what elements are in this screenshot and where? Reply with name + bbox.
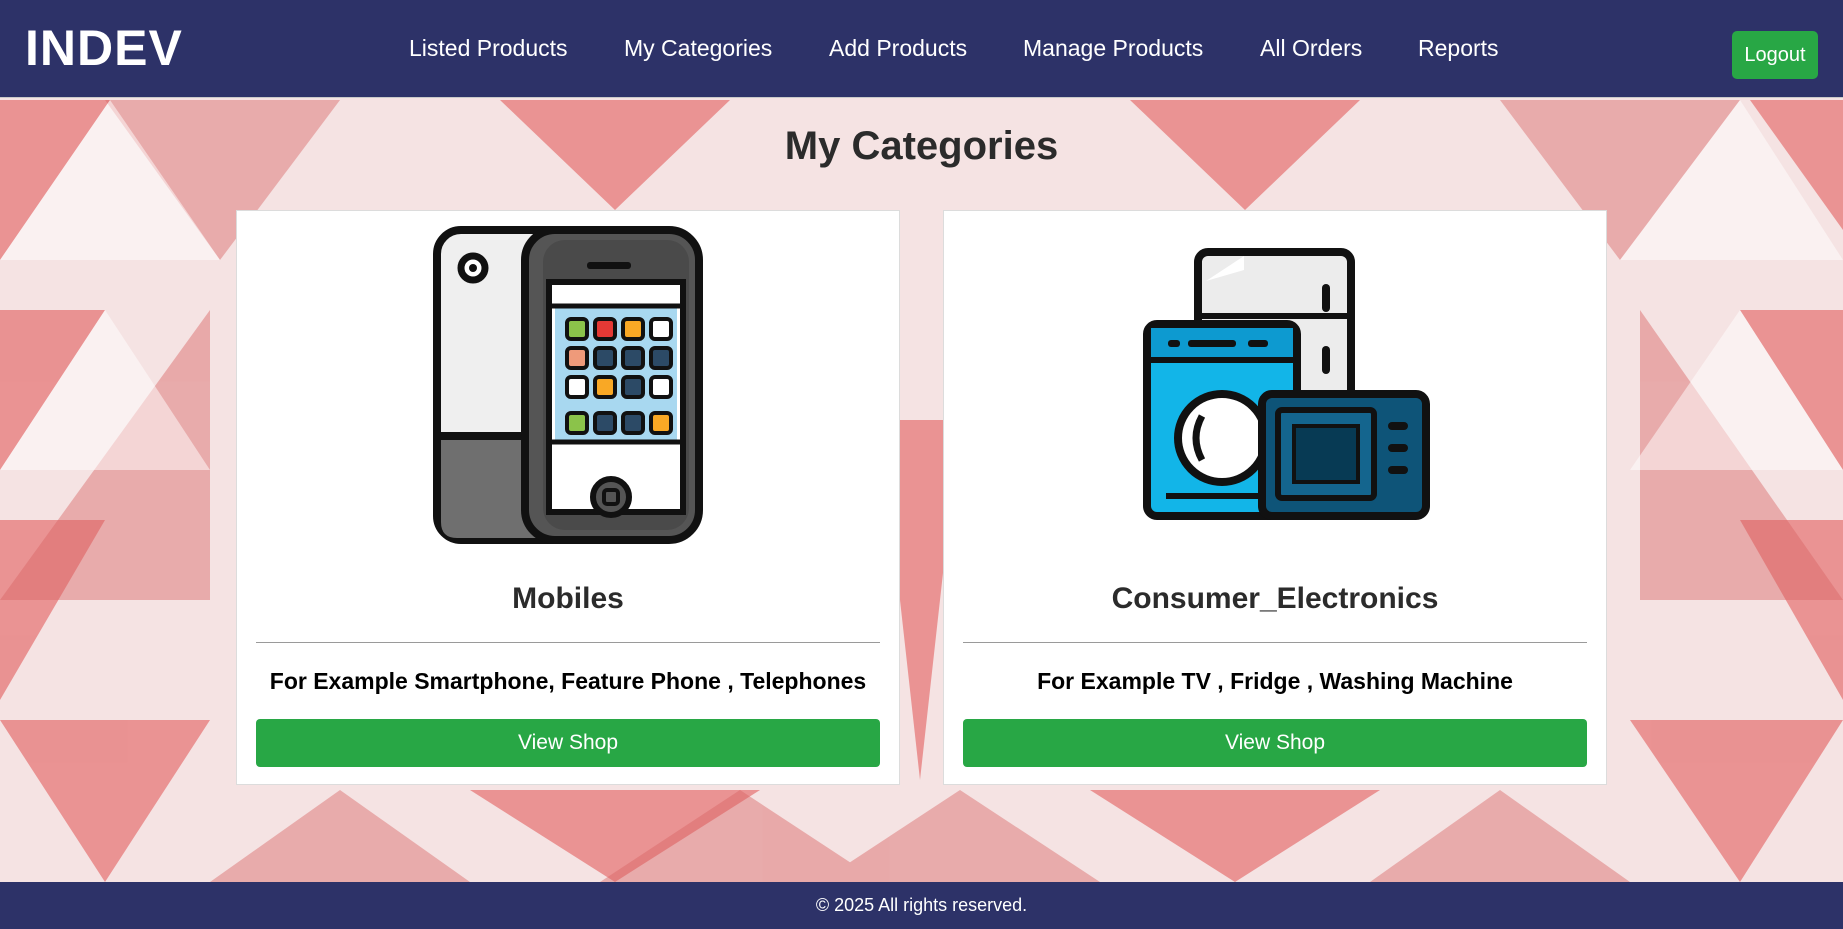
view-shop-button-consumer-electronics[interactable]: View Shop — [963, 719, 1587, 767]
category-description: For Example TV , Fridge , Washing Machin… — [1037, 668, 1513, 694]
mobile-phones-icon — [433, 226, 703, 544]
category-name: Mobiles — [512, 582, 624, 615]
page-title: My Categories — [784, 124, 1059, 168]
divider — [963, 642, 1587, 643]
nav-my-categories[interactable]: My Categories — [624, 34, 772, 62]
main-content: My Categories Mobiles For Example Smartp… — [0, 98, 1843, 882]
category-description: For Example Smartphone, Feature Phone , … — [269, 668, 867, 694]
nav-reports[interactable]: Reports — [1418, 34, 1499, 62]
footer: © 2025 All rights reserved. — [0, 882, 1843, 929]
copyright-text: © 2025 All rights reserved. — [815, 895, 1028, 915]
top-navbar: INDEV Listed Products My Categories Add … — [0, 0, 1843, 98]
nav-listed-products[interactable]: Listed Products — [409, 34, 568, 62]
category-name: Consumer_Electronics — [1111, 582, 1439, 615]
brand-logo[interactable]: INDEV — [25, 20, 183, 76]
divider — [256, 642, 880, 643]
nav-add-products[interactable]: Add Products — [829, 34, 967, 62]
category-card-consumer-electronics: Consumer_Electronics For Example TV , Fr… — [943, 210, 1607, 785]
nav-manage-products[interactable]: Manage Products — [1023, 34, 1203, 62]
view-shop-button-mobiles[interactable]: View Shop — [256, 719, 880, 767]
category-card-mobiles: Mobiles For Example Smartphone, Feature … — [236, 210, 900, 785]
nav-all-orders[interactable]: All Orders — [1260, 34, 1362, 62]
logout-button[interactable]: Logout — [1732, 31, 1818, 79]
home-appliances-icon — [1143, 248, 1430, 520]
